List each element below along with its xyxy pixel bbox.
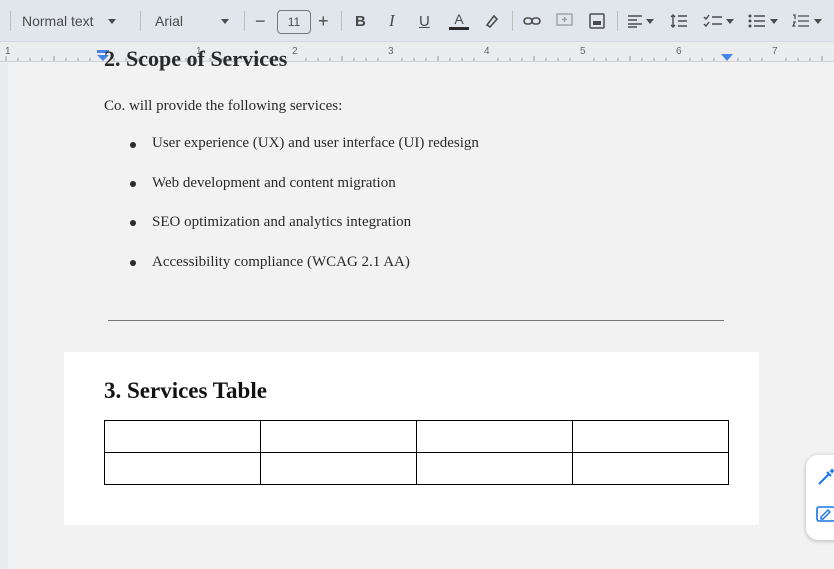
checklist-icon <box>703 14 722 28</box>
table-cell[interactable] <box>572 420 729 453</box>
numbered-list-dropdown[interactable] <box>792 9 822 33</box>
horizontal-rule <box>108 320 724 321</box>
table-cell[interactable] <box>260 452 417 485</box>
paragraph-style-dropdown[interactable]: Normal text <box>22 9 116 33</box>
insert-link-button[interactable] <box>523 9 541 33</box>
font-size-input[interactable]: 11 <box>277 10 311 34</box>
ruler-number: 4 <box>484 46 490 57</box>
bold-button[interactable]: B <box>355 9 366 33</box>
font-size-value: 11 <box>287 15 301 29</box>
ruler-number: 3 <box>388 46 394 57</box>
align-left-icon <box>628 15 642 28</box>
table-cell[interactable] <box>416 452 573 485</box>
font-family-dropdown[interactable]: Arial <box>155 9 230 33</box>
ruler-number: 2 <box>292 46 298 57</box>
side-floating-panel <box>806 455 834 540</box>
table-cell[interactable] <box>572 452 729 485</box>
decrease-font-size-button[interactable]: − <box>255 9 266 33</box>
underline-button[interactable]: U <box>419 9 430 33</box>
highlight-button[interactable] <box>484 9 500 33</box>
toolbar-separator <box>617 11 618 31</box>
right-indent-marker-icon[interactable] <box>721 54 733 62</box>
chevron-down-icon <box>814 18 822 24</box>
list-item: SEO optimization and analytics integrati… <box>152 214 412 230</box>
ruler-number: 5 <box>580 46 586 57</box>
formatting-toolbar: Normal text Arial − 11 + B I U A <box>0 0 834 42</box>
table-cell[interactable] <box>104 452 261 485</box>
edit-comment-icon <box>816 506 834 522</box>
underline-icon: U <box>419 12 430 30</box>
intro-paragraph: Co. will provide the following services: <box>104 98 343 114</box>
bulleted-list-dropdown[interactable] <box>748 9 778 33</box>
chevron-down-icon <box>726 18 734 24</box>
text-color-swatch <box>449 27 469 30</box>
chevron-down-icon <box>646 18 654 24</box>
numbered-list-icon <box>792 14 809 27</box>
plus-icon: + <box>318 10 329 31</box>
table-cell[interactable] <box>416 420 573 453</box>
suggest-edits-button[interactable] <box>812 501 834 529</box>
font-family-label: Arial <box>155 13 184 29</box>
list-item: Accessibility compliance (WCAG 2.1 AA) <box>152 254 410 270</box>
line-spacing-button[interactable] <box>670 9 688 33</box>
ruler-number: 7 <box>772 46 778 57</box>
link-icon <box>523 17 541 25</box>
text-color-icon: A <box>454 11 464 27</box>
align-dropdown[interactable] <box>627 9 654 33</box>
table-cell[interactable] <box>104 420 261 453</box>
toolbar-separator <box>140 11 141 31</box>
bulleted-list-icon <box>748 14 765 28</box>
bold-icon: B <box>355 12 366 30</box>
list-item: User experience (UX) and user interface … <box>152 135 479 151</box>
chevron-down-icon <box>221 18 230 24</box>
toolbar-separator <box>341 11 342 31</box>
magic-pen-icon <box>818 468 834 485</box>
image-icon <box>589 13 605 29</box>
bullet-icon <box>130 220 136 226</box>
insert-image-button[interactable] <box>589 9 605 33</box>
table-cell[interactable] <box>260 420 417 453</box>
document-page[interactable]: 2. Scope of Services Co. will provide th… <box>0 0 834 569</box>
italic-button[interactable]: I <box>389 9 395 33</box>
list-item: Web development and content migration <box>152 175 396 191</box>
bullet-icon <box>130 260 136 266</box>
toolbar-separator <box>244 11 245 31</box>
ruler-number: 6 <box>676 46 682 57</box>
ruler-number: 1 <box>5 46 11 57</box>
highlighter-icon <box>485 14 499 29</box>
table-row <box>104 420 729 453</box>
chevron-down-icon <box>770 18 778 24</box>
chevron-down-icon <box>107 18 116 24</box>
checklist-dropdown[interactable] <box>703 9 734 33</box>
previous-heading: 2. Scope of Services <box>104 46 288 71</box>
section-heading: 3. Services Table <box>104 378 267 403</box>
bullet-icon <box>130 142 136 148</box>
toolbar-separator <box>512 11 513 31</box>
table-row <box>104 452 729 485</box>
italic-icon: I <box>389 11 395 30</box>
services-table[interactable] <box>104 420 729 485</box>
increase-font-size-button[interactable]: + <box>318 9 329 33</box>
text-color-button[interactable]: A <box>449 9 469 33</box>
comment-icon <box>556 13 573 26</box>
add-comment-button[interactable] <box>556 9 574 33</box>
toolbar-separator <box>10 11 11 31</box>
bullet-icon <box>130 181 136 187</box>
help-me-write-button[interactable] <box>812 463 834 491</box>
paragraph-style-label: Normal text <box>22 13 94 29</box>
line-spacing-icon <box>670 14 687 28</box>
minus-icon: − <box>255 10 266 31</box>
